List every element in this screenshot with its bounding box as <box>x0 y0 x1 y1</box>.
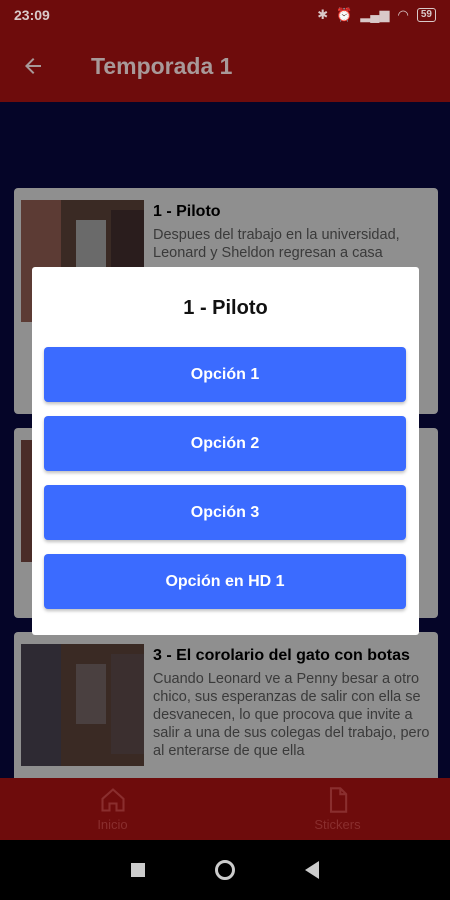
option-1-button[interactable]: Opción 1 <box>44 347 406 402</box>
option-2-button[interactable]: Opción 2 <box>44 416 406 471</box>
options-dialog: 1 - Piloto Opción 1 Opción 2 Opción 3 Op… <box>32 267 419 635</box>
option-3-button[interactable]: Opción 3 <box>44 485 406 540</box>
dialog-overlay[interactable]: 1 - Piloto Opción 1 Opción 2 Opción 3 Op… <box>0 0 450 900</box>
option-hd-1-button[interactable]: Opción en HD 1 <box>44 554 406 609</box>
dialog-title: 1 - Piloto <box>183 297 268 319</box>
